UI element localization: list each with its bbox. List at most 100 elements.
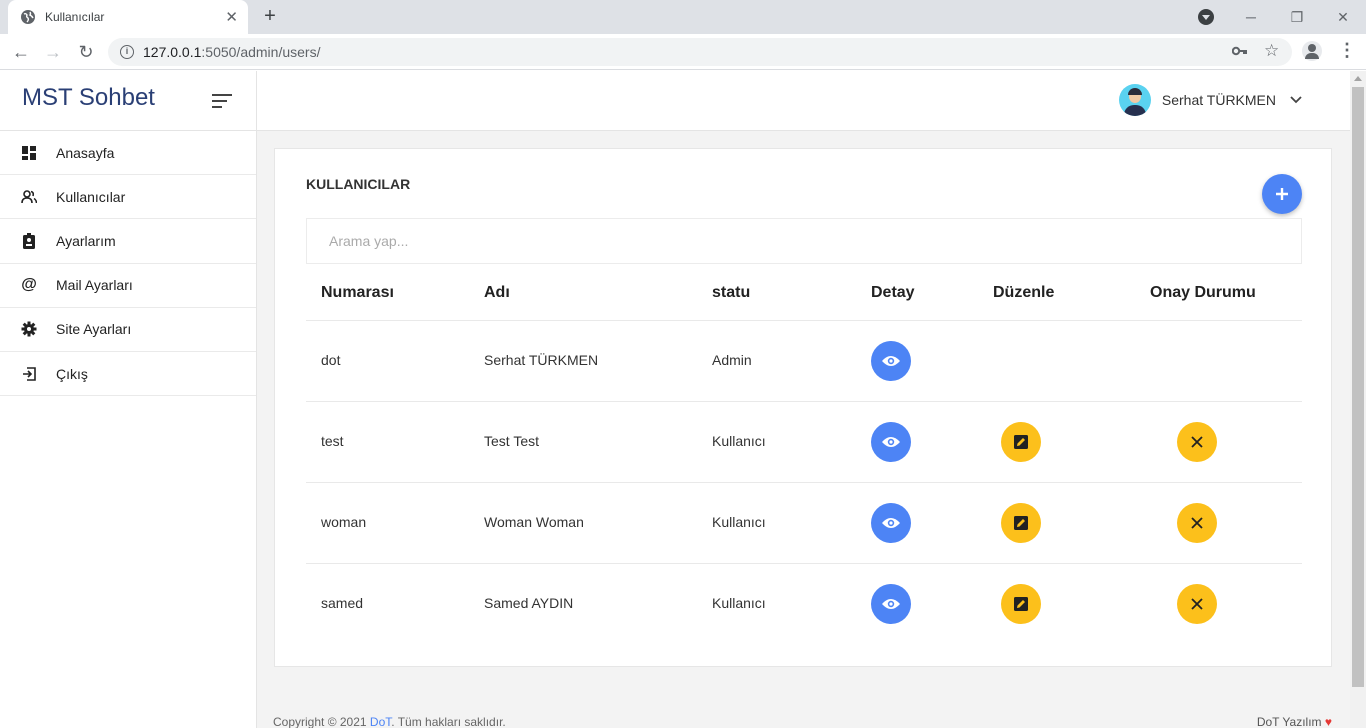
column-header-number: Numarası [321, 284, 394, 301]
close-tab-icon[interactable]: ✕ [225, 10, 238, 25]
eye-icon [882, 518, 900, 528]
globe-icon [21, 10, 35, 24]
sidebar-item-label: Mail Ayarları [56, 277, 133, 294]
edit-button[interactable] [1001, 503, 1041, 543]
cell-number: woman [321, 514, 367, 530]
address-bar[interactable]: i 127.0.0.1:5050/admin/users/ [108, 38, 1292, 66]
brand-logo-text[interactable]: MST Sohbet [22, 84, 155, 112]
table-row: test Test Test Kullanıcı [306, 402, 1302, 483]
made-by-text: DoT Yazılım ♥ [1256, 715, 1332, 728]
sidebar-item-ayarlarim[interactable]: Ayarlarım [0, 219, 256, 264]
cell-number: dot [321, 352, 341, 368]
minimize-button[interactable]: ─ [1228, 9, 1274, 25]
page-title: KULLANICILAR [306, 176, 411, 192]
footer: Copyright © 2021 DoT. Tüm hakları saklıd… [257, 689, 1350, 728]
cell-status: Kullanıcı [712, 433, 766, 449]
main-content: KULLANICILAR Numarası Adı statu Detay Dü… [257, 131, 1350, 728]
menu-toggle-icon[interactable] [212, 94, 232, 112]
page-viewport: MST Sohbet Anasayfa Kullanıcılar Ayarlar… [0, 71, 1366, 728]
detail-button[interactable] [871, 341, 911, 381]
cell-number: samed [321, 595, 364, 611]
avatar [1118, 84, 1151, 116]
column-header-detail: Detay [871, 284, 915, 301]
brand-header: MST Sohbet [0, 71, 256, 131]
sidebar-item-cikis[interactable]: Çıkış [0, 352, 256, 397]
reject-button[interactable] [1177, 503, 1217, 543]
cell-status: Admin [712, 352, 752, 368]
reject-button[interactable] [1177, 584, 1217, 624]
copyright-text: Copyright © 2021 DoT. Tüm hakları saklıd… [273, 715, 506, 728]
info-icon[interactable]: i [120, 45, 134, 59]
scrollbar-thumb[interactable] [1352, 87, 1364, 687]
edit-icon [1014, 597, 1028, 611]
table-row: woman Woman Woman Kullanıcı [306, 483, 1302, 564]
search-input[interactable] [306, 218, 1302, 264]
badge-icon [21, 232, 37, 249]
detail-button[interactable] [871, 584, 911, 624]
edit-icon [1014, 435, 1028, 449]
eye-icon [882, 437, 900, 447]
cell-number: test [321, 433, 344, 449]
key-icon[interactable] [1232, 45, 1248, 57]
scroll-up-arrow-icon[interactable] [1354, 76, 1362, 81]
browser-tab-bar: Kullanıcılar ✕ + ─ ❐ ✕ [0, 0, 1366, 34]
close-icon [1191, 598, 1203, 610]
user-name: Serhat TÜRKMEN [1161, 92, 1276, 108]
forward-button[interactable]: → [42, 41, 64, 63]
users-card: KULLANICILAR Numarası Adı statu Detay Dü… [274, 148, 1332, 667]
browser-menu-icon[interactable]: ⋮ [1338, 40, 1356, 61]
browser-tab[interactable]: Kullanıcılar ✕ [8, 0, 248, 34]
reject-button[interactable] [1177, 422, 1217, 462]
column-header-status: statu [712, 284, 751, 301]
sidebar-item-label: Kullanıcılar [56, 188, 126, 205]
sidebar-item-label: Ayarlarım [56, 232, 116, 249]
chevron-down-icon [1290, 96, 1302, 104]
detail-button[interactable] [871, 503, 911, 543]
sidebar-item-label: Anasayfa [56, 144, 115, 161]
edit-button[interactable] [1001, 422, 1041, 462]
cell-name: Samed AYDIN [484, 595, 574, 611]
account-icon[interactable] [1302, 41, 1322, 61]
eye-icon [882, 599, 900, 609]
new-tab-button[interactable]: + [258, 4, 282, 28]
sidebar-item-label: Çıkış [56, 365, 88, 382]
restore-button[interactable]: ❐ [1274, 9, 1320, 26]
users-icon [21, 189, 37, 205]
cell-name: Test Test [484, 433, 539, 449]
page-scrollbar[interactable] [1350, 71, 1366, 728]
eye-icon [882, 356, 900, 366]
edit-icon [1014, 516, 1028, 530]
copyright-link[interactable]: DoT [370, 715, 391, 728]
user-menu[interactable]: Serhat TÜRKMEN [1118, 84, 1302, 116]
users-table: Numarası Adı statu Detay Düzenle Onay Du… [306, 264, 1302, 645]
close-icon [1191, 436, 1203, 448]
bookmark-star-icon[interactable]: ☆ [1264, 41, 1279, 61]
gear-icon [21, 321, 37, 337]
close-window-button[interactable]: ✕ [1320, 9, 1366, 26]
edit-button[interactable] [1001, 584, 1041, 624]
cell-status: Kullanıcı [712, 514, 766, 530]
sidebar-item-anasayfa[interactable]: Anasayfa [0, 131, 256, 176]
cell-name: Woman Woman [484, 514, 584, 530]
table-row: dot Serhat TÜRKMEN Admin [306, 321, 1302, 402]
column-header-edit: Düzenle [993, 284, 1055, 301]
dashboard-icon [21, 145, 37, 161]
tab-title: Kullanıcılar [45, 10, 105, 24]
sidebar-item-mail-ayarlari[interactable]: @ Mail Ayarları [0, 264, 256, 308]
detail-button[interactable] [871, 422, 911, 462]
heart-icon: ♥ [1324, 715, 1332, 728]
sidebar-item-site-ayarlari[interactable]: Site Ayarları [0, 308, 256, 352]
chrome-profile-icon[interactable] [1198, 9, 1214, 25]
reload-button[interactable]: ↻ [75, 41, 97, 63]
top-header: Serhat TÜRKMEN [257, 71, 1350, 131]
sidebar-item-kullanicilar[interactable]: Kullanıcılar [0, 175, 256, 220]
url-text: 127.0.0.1:5050/admin/users/ [143, 44, 321, 60]
table-header: Numarası Adı statu Detay Düzenle Onay Du… [306, 264, 1302, 321]
sidebar: MST Sohbet Anasayfa Kullanıcılar Ayarlar… [0, 71, 257, 728]
back-button[interactable]: ← [10, 41, 32, 63]
table-row: samed Samed AYDIN Kullanıcı [306, 564, 1302, 645]
browser-toolbar: ← → ↻ i 127.0.0.1:5050/admin/users/ ☆ [0, 34, 1366, 70]
add-user-button[interactable] [1262, 174, 1302, 214]
close-icon [1191, 517, 1203, 529]
plus-icon [1276, 188, 1288, 200]
